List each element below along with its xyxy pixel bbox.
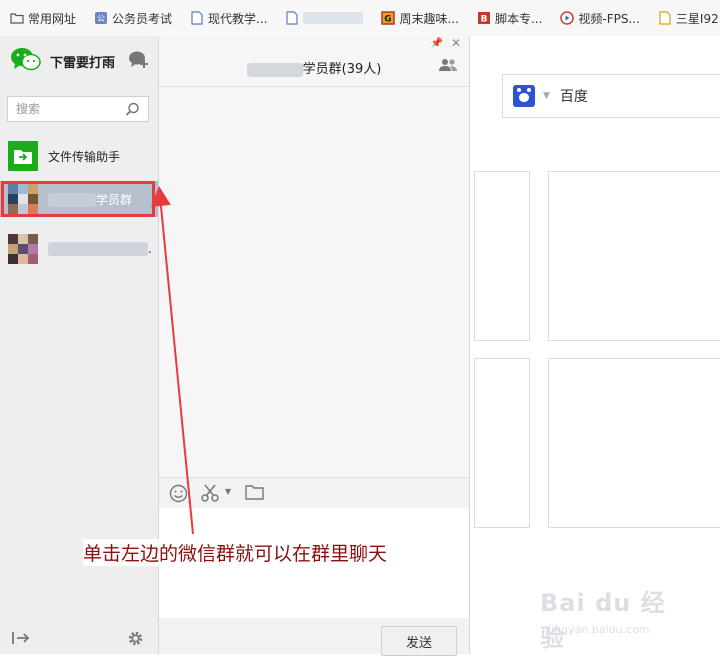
- folder-icon: [10, 11, 24, 25]
- contact-name: 文件传输助手: [48, 149, 121, 164]
- contact-name: 学员群: [48, 191, 132, 208]
- logout-icon[interactable]: [12, 631, 30, 648]
- speed-dial-tile[interactable]: [548, 358, 720, 528]
- search-box[interactable]: [7, 96, 149, 122]
- send-button[interactable]: 发送: [381, 626, 457, 656]
- search-icon[interactable]: [125, 102, 140, 120]
- file-transfer-icon: [8, 141, 38, 171]
- screenshot-icon[interactable]: [201, 484, 221, 505]
- group-members-icon[interactable]: [439, 58, 457, 75]
- emoji-icon[interactable]: [169, 484, 188, 506]
- game-icon: G: [381, 11, 396, 25]
- search-input[interactable]: [14, 101, 128, 117]
- svg-text:B: B: [481, 15, 488, 25]
- page-icon: [190, 11, 204, 25]
- search-engine-selector[interactable]: ▼ 百度: [502, 74, 720, 118]
- group-avatar: [8, 184, 38, 214]
- speed-dial-tile[interactable]: [548, 171, 720, 341]
- bookmark-samsung[interactable]: 三星I92: [658, 10, 719, 27]
- search-engine-name: 百度: [559, 89, 588, 105]
- sidebar-header: 下雷要打雨: [0, 36, 158, 86]
- close-icon[interactable]: ✕: [451, 36, 461, 50]
- chat-toolbar: ▼: [159, 477, 469, 509]
- page-icon: [285, 11, 299, 25]
- contact-file-transfer[interactable]: 文件传输助手: [0, 136, 158, 176]
- new-chat-icon[interactable]: [128, 50, 150, 73]
- contact-group[interactable]: .: [0, 229, 158, 269]
- bookmarks-bar: 常用网址 公 公务员考试 现代教学... G 周末趣味... B 脚本专...: [0, 0, 720, 37]
- bookmark-video-fps[interactable]: 视频-FPS...: [560, 10, 640, 27]
- send-bar: 发送: [159, 618, 469, 656]
- svg-text:G: G: [385, 15, 392, 25]
- bookmark-blurred[interactable]: [285, 11, 364, 25]
- chevron-down-icon[interactable]: ▼: [225, 487, 231, 496]
- message-list[interactable]: [159, 87, 469, 477]
- bookmark-script[interactable]: B 脚本专...: [477, 10, 542, 27]
- bookmark-common-sites[interactable]: 常用网址: [10, 10, 76, 27]
- contact-group-selected[interactable]: 学员群: [0, 181, 158, 217]
- svg-text:公: 公: [97, 14, 105, 23]
- sidebar-footer: [0, 624, 158, 654]
- page-icon: [658, 11, 672, 25]
- contact-name: .: [48, 242, 152, 257]
- annotation-caption: 单击左边的微信群就可以在群里聊天: [83, 539, 388, 566]
- user-name: 下雷要打雨: [50, 55, 116, 71]
- bookmark-weekend-fun[interactable]: G 周末趣味...: [381, 10, 459, 27]
- group-avatar: [8, 234, 38, 264]
- baidu-paw-icon: [513, 85, 535, 107]
- script-icon: B: [477, 11, 491, 25]
- chat-title: 学员群(39人): [159, 58, 469, 77]
- bookmark-civil-exam[interactable]: 公 公务员考试: [94, 10, 172, 27]
- chevron-down-icon[interactable]: ▼: [543, 91, 550, 101]
- folder-icon[interactable]: [245, 484, 264, 503]
- site-icon: 公: [94, 11, 108, 25]
- wechat-logo-icon: [10, 47, 42, 76]
- chat-header: 📌 ✕ 学员群(39人): [159, 36, 469, 87]
- pin-icon[interactable]: 📌: [431, 38, 443, 49]
- speed-dial-tile[interactable]: [474, 171, 530, 341]
- gear-icon[interactable]: [127, 630, 144, 650]
- play-icon: [560, 11, 575, 25]
- speed-dial-tile[interactable]: [474, 358, 530, 528]
- browser-new-tab-area: [470, 36, 720, 654]
- bookmark-modern-teaching[interactable]: 现代教学...: [190, 10, 267, 27]
